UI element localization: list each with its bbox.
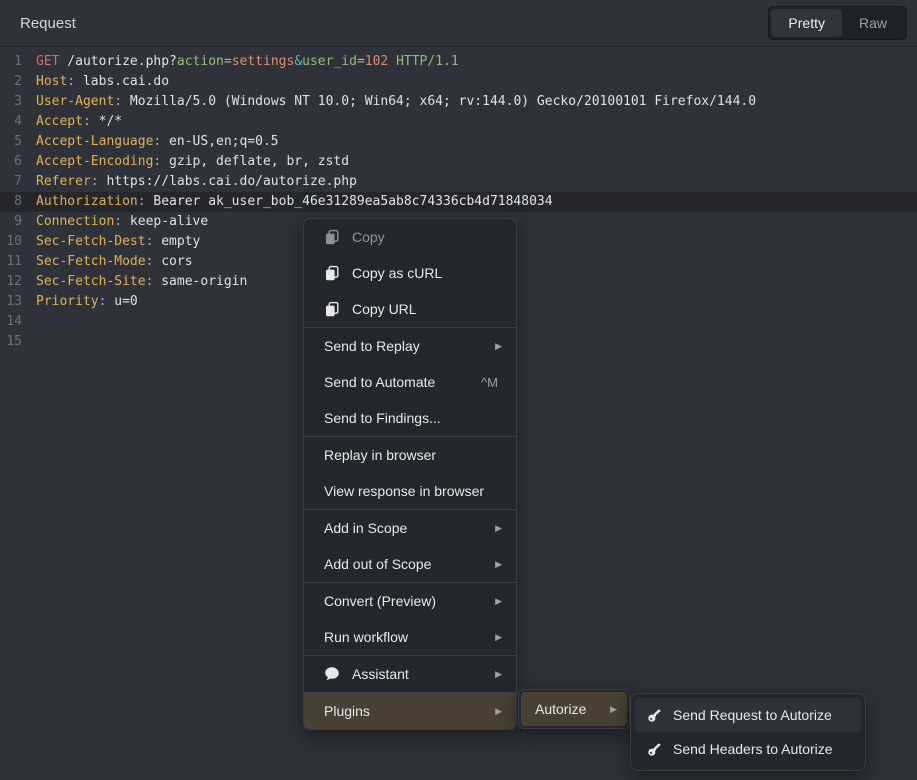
- request-line-6[interactable]: 6Accept-Encoding: gzip, deflate, br, zst…: [0, 152, 917, 172]
- menu-item-send-to-findings[interactable]: Send to Findings...: [304, 400, 516, 436]
- copy-icon: [324, 301, 340, 317]
- tab-pretty[interactable]: Pretty: [771, 9, 842, 37]
- line-content: [22, 312, 36, 332]
- menu-item-label: Plugins: [324, 703, 495, 719]
- menu-item-label: Send Request to Autorize: [673, 707, 851, 723]
- line-number: 9: [0, 212, 22, 232]
- line-content: Sec-Fetch-Site: same-origin: [22, 272, 247, 292]
- menu-item-label: Send to Replay: [324, 338, 495, 354]
- request-line-2[interactable]: 2Host: labs.cai.do: [0, 72, 917, 92]
- context-menu: CopyCopy as cURLCopy URLSend to Replay▶S…: [303, 218, 517, 730]
- menu-item-label: Copy as cURL: [352, 265, 502, 281]
- line-number: 3: [0, 92, 22, 112]
- request-line-5[interactable]: 5Accept-Language: en-US,en;q=0.5: [0, 132, 917, 152]
- menu-item-label: Assistant: [352, 666, 495, 682]
- request-line-1[interactable]: 1GET /autorize.php?action=settings&user_…: [0, 52, 917, 72]
- menu-item-label: Copy: [352, 229, 502, 245]
- line-content: Accept: */*: [22, 112, 122, 132]
- menu-item-label: Add out of Scope: [324, 556, 495, 572]
- line-number: 10: [0, 232, 22, 252]
- menu-item-convert-preview[interactable]: Convert (Preview)▶: [304, 583, 516, 619]
- line-content: Authorization: Bearer ak_user_bob_46e312…: [22, 192, 553, 212]
- line-content: Connection: keep-alive: [22, 212, 208, 232]
- autorize-submenu: Send Request to Autorize Send Headers to …: [630, 693, 866, 771]
- line-number: 15: [0, 332, 22, 352]
- line-content: Accept-Encoding: gzip, deflate, br, zstd: [22, 152, 349, 172]
- line-content: Accept-Language: en-US,en;q=0.5: [22, 132, 279, 152]
- menu-item-label: Add in Scope: [324, 520, 495, 536]
- submenu-arrow-icon: ▶: [495, 707, 502, 716]
- line-number: 14: [0, 312, 22, 332]
- line-content: GET /autorize.php?action=settings&user_i…: [22, 52, 459, 72]
- shortcut-label: ^M: [481, 375, 498, 390]
- menu-item-autorize[interactable]: Autorize▶: [521, 692, 627, 726]
- copy-icon: [324, 229, 340, 245]
- menu-item-copy-as-curl[interactable]: Copy as cURL: [304, 255, 516, 291]
- line-number: 4: [0, 112, 22, 132]
- submenu-arrow-icon: ▶: [495, 597, 502, 606]
- menu-item-add-out-of-scope[interactable]: Add out of Scope▶: [304, 546, 516, 582]
- submenu-arrow-icon: ▶: [610, 705, 617, 714]
- menu-item-replay-in-browser[interactable]: Replay in browser: [304, 437, 516, 473]
- menu-item-label: Send to Findings...: [324, 410, 502, 426]
- request-line-7[interactable]: 7Referer: https://labs.cai.do/autorize.p…: [0, 172, 917, 192]
- menu-item-label: Autorize: [535, 701, 610, 717]
- line-number: 2: [0, 72, 22, 92]
- chat-icon: [324, 666, 340, 682]
- menu-item-send-to-automate[interactable]: Send to Automate^M: [304, 364, 516, 400]
- menu-item-label: Convert (Preview): [324, 593, 495, 609]
- menu-item-label: Replay in browser: [324, 447, 502, 463]
- menu-item-send-to-replay[interactable]: Send to Replay▶: [304, 328, 516, 364]
- line-content: User-Agent: Mozilla/5.0 (Windows NT 10.0…: [22, 92, 756, 112]
- menu-item-label: Send to Automate: [324, 374, 481, 390]
- line-content: Referer: https://labs.cai.do/autorize.ph…: [22, 172, 357, 192]
- menu-item-label: Send Headers to Autorize: [673, 741, 851, 757]
- menu-item-add-in-scope[interactable]: Add in Scope▶: [304, 510, 516, 546]
- menu-item-label: View response in browser: [324, 483, 502, 499]
- key-icon: [647, 707, 663, 723]
- line-number: 11: [0, 252, 22, 272]
- submenu-arrow-icon: ▶: [495, 342, 502, 351]
- menu-item-send-headers-to-autorize[interactable]: Send Headers to Autorize: [635, 732, 861, 766]
- line-content: Host: labs.cai.do: [22, 72, 169, 92]
- menu-item-run-workflow[interactable]: Run workflow▶: [304, 619, 516, 655]
- request-panel-header: Request Pretty Raw: [0, 0, 917, 47]
- panel-title: Request: [20, 15, 76, 32]
- menu-item-label: Copy URL: [352, 301, 502, 317]
- line-number: 1: [0, 52, 22, 72]
- line-content: Sec-Fetch-Mode: cors: [22, 252, 193, 272]
- request-line-4[interactable]: 4Accept: */*: [0, 112, 917, 132]
- menu-item-copy: Copy: [304, 219, 516, 255]
- menu-item-label: Run workflow: [324, 629, 495, 645]
- request-line-3[interactable]: 3User-Agent: Mozilla/5.0 (Windows NT 10.…: [0, 92, 917, 112]
- submenu-arrow-icon: ▶: [495, 633, 502, 642]
- submenu-arrow-icon: ▶: [495, 670, 502, 679]
- plugins-submenu: Autorize▶: [518, 689, 630, 729]
- submenu-arrow-icon: ▶: [495, 560, 502, 569]
- copy-icon: [324, 265, 340, 281]
- tab-raw[interactable]: Raw: [842, 9, 904, 37]
- line-content: Sec-Fetch-Dest: empty: [22, 232, 200, 252]
- line-content: [22, 332, 36, 352]
- line-number: 8: [0, 192, 22, 212]
- menu-item-view-response-in-browser[interactable]: View response in browser: [304, 473, 516, 509]
- view-mode-toggle: Pretty Raw: [768, 6, 907, 40]
- line-number: 5: [0, 132, 22, 152]
- menu-item-copy-url[interactable]: Copy URL: [304, 291, 516, 327]
- line-number: 12: [0, 272, 22, 292]
- request-line-8[interactable]: 8Authorization: Bearer ak_user_bob_46e31…: [0, 192, 917, 212]
- line-number: 13: [0, 292, 22, 312]
- line-number: 7: [0, 172, 22, 192]
- menu-item-plugins[interactable]: Plugins▶: [304, 693, 516, 729]
- menu-item-send-request-to-autorize[interactable]: Send Request to Autorize: [635, 698, 861, 732]
- menu-item-assistant[interactable]: Assistant▶: [304, 656, 516, 692]
- line-number: 6: [0, 152, 22, 172]
- submenu-arrow-icon: ▶: [495, 524, 502, 533]
- line-content: Priority: u=0: [22, 292, 138, 312]
- key-icon: [647, 741, 663, 757]
